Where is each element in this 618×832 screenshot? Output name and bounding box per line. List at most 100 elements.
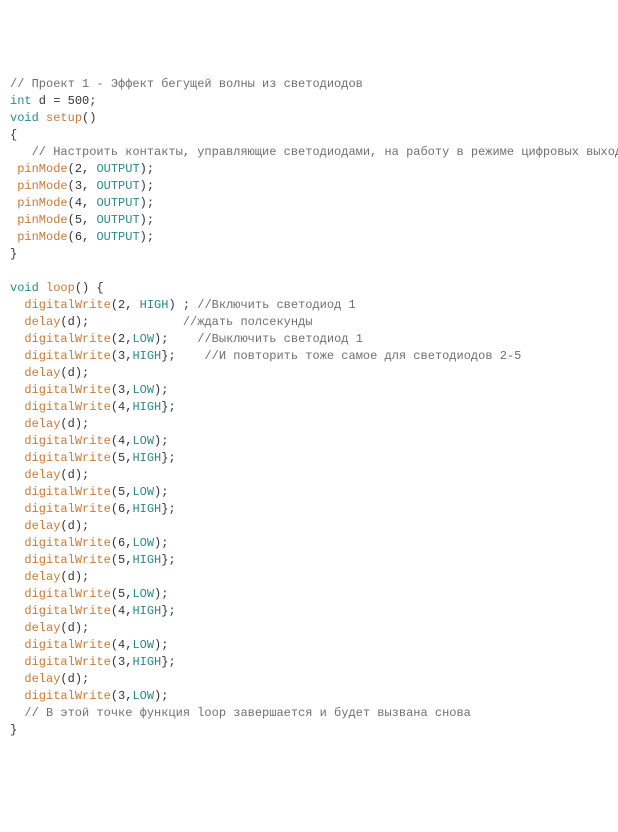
code-token: (3, — [68, 179, 97, 193]
code-token: (3, — [111, 655, 133, 669]
code-line: delay(d); — [10, 518, 608, 535]
code-token: //ждать полсекунды — [183, 315, 313, 329]
code-token — [39, 281, 46, 295]
code-token — [10, 536, 24, 550]
code-token — [10, 349, 24, 363]
code-token: digitalWrite — [24, 502, 110, 516]
code-token — [10, 451, 24, 465]
code-token — [10, 553, 24, 567]
code-token — [10, 485, 24, 499]
code-token — [10, 332, 24, 346]
code-token: (3, — [111, 349, 133, 363]
code-token — [10, 570, 24, 584]
code-token: ); — [140, 196, 154, 210]
code-line: delay(d); //ждать полсекунды — [10, 314, 608, 331]
code-token — [10, 434, 24, 448]
code-token: LOW — [132, 689, 154, 703]
code-token: digitalWrite — [24, 604, 110, 618]
code-token: (4, — [111, 434, 133, 448]
code-line: void setup() — [10, 110, 608, 127]
code-token: delay — [24, 366, 60, 380]
code-token: () — [82, 111, 96, 125]
code-token: delay — [24, 570, 60, 584]
code-line: pinMode(3, OUTPUT); — [10, 178, 608, 195]
code-line: digitalWrite(6,LOW); — [10, 535, 608, 552]
code-line: digitalWrite(5,LOW); — [10, 484, 608, 501]
code-line: digitalWrite(2,LOW); //Выключить светоди… — [10, 331, 608, 348]
code-token: //Выключить светодиод 1 — [197, 332, 363, 346]
code-token: }; — [161, 400, 175, 414]
code-token: ); — [154, 434, 168, 448]
code-line: digitalWrite(4,LOW); — [10, 637, 608, 654]
code-token: digitalWrite — [24, 587, 110, 601]
code-line: } — [10, 246, 608, 263]
code-line: pinMode(5, OUTPUT); — [10, 212, 608, 229]
code-line: int d = 500; — [10, 93, 608, 110]
code-token: digitalWrite — [24, 349, 110, 363]
code-token: (d); — [60, 570, 89, 584]
code-token: setup — [46, 111, 82, 125]
code-token: pinMode — [17, 213, 67, 227]
code-token: digitalWrite — [24, 638, 110, 652]
code-token — [10, 604, 24, 618]
code-token: void — [10, 281, 39, 295]
code-token: }; — [161, 655, 175, 669]
code-line: digitalWrite(5,HIGH}; — [10, 552, 608, 569]
code-line: digitalWrite(4,HIGH}; — [10, 399, 608, 416]
code-token: (d); — [60, 468, 89, 482]
code-line: digitalWrite(3,LOW); — [10, 382, 608, 399]
code-token: digitalWrite — [24, 485, 110, 499]
code-token: OUTPUT — [96, 213, 139, 227]
code-token: LOW — [132, 383, 154, 397]
code-line: // Проект 1 - Эффект бегущей волны из св… — [10, 76, 608, 93]
code-line: digitalWrite(5,HIGH}; — [10, 450, 608, 467]
code-token: { — [10, 128, 17, 142]
code-line: { — [10, 127, 608, 144]
code-token: } — [10, 723, 17, 737]
code-token: digitalWrite — [24, 332, 110, 346]
code-token — [10, 417, 24, 431]
code-line: digitalWrite(5,LOW); — [10, 586, 608, 603]
code-line: // В этой точке функция loop завершается… — [10, 705, 608, 722]
code-line: pinMode(6, OUTPUT); — [10, 229, 608, 246]
code-token: // В этой точке функция loop завершается… — [10, 706, 471, 720]
code-token: digitalWrite — [24, 400, 110, 414]
code-token: LOW — [132, 587, 154, 601]
code-token — [10, 264, 17, 278]
code-token: ); — [154, 638, 168, 652]
code-line: digitalWrite(6,HIGH}; — [10, 501, 608, 518]
code-token: (6, — [111, 502, 133, 516]
code-token — [10, 468, 24, 482]
code-token: (6, — [68, 230, 97, 244]
code-token: (d); — [60, 366, 89, 380]
code-line: delay(d); — [10, 416, 608, 433]
code-token: (4, — [111, 638, 133, 652]
code-token: LOW — [132, 536, 154, 550]
code-token: (4, — [111, 400, 133, 414]
code-line: pinMode(4, OUTPUT); — [10, 195, 608, 212]
code-token: HIGH — [132, 400, 161, 414]
code-token: (5, — [111, 451, 133, 465]
code-token: LOW — [132, 485, 154, 499]
code-token — [10, 400, 24, 414]
code-token — [10, 689, 24, 703]
code-token: digitalWrite — [24, 298, 110, 312]
code-token: ); — [154, 536, 168, 550]
code-block: // Проект 1 - Эффект бегущей волны из св… — [10, 76, 608, 739]
code-token: HIGH — [132, 451, 161, 465]
code-token: }; — [161, 502, 175, 516]
code-token: (2, — [111, 332, 133, 346]
code-token: ); — [154, 383, 168, 397]
code-token: digitalWrite — [24, 655, 110, 669]
code-token: pinMode — [17, 230, 67, 244]
code-line — [10, 263, 608, 280]
code-token: digitalWrite — [24, 434, 110, 448]
code-token: (5, — [68, 213, 97, 227]
code-token: ); — [140, 230, 154, 244]
code-line: digitalWrite(3,LOW); — [10, 688, 608, 705]
code-token — [10, 298, 24, 312]
code-token: //И повторить тоже самое для светодиодов… — [204, 349, 521, 363]
code-token: (2, — [111, 298, 140, 312]
code-token: LOW — [132, 332, 154, 346]
code-token: ); — [140, 213, 154, 227]
